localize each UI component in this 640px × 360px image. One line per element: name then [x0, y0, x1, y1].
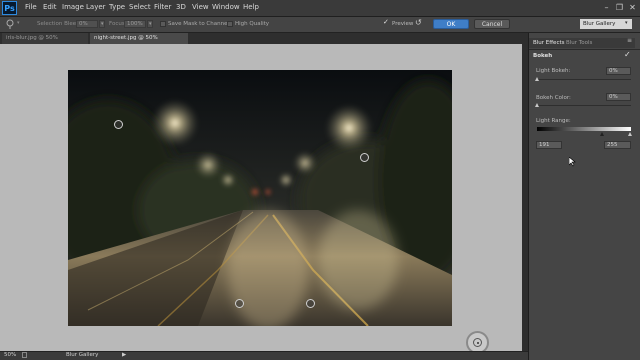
ok-button[interactable]: OK: [433, 19, 469, 29]
menu-image[interactable]: Image: [62, 3, 84, 11]
tab-iris-blur[interactable]: iris-blur.jpg @ 50% (RGB/8*)×: [2, 33, 88, 53]
restore-button[interactable]: ❐: [615, 3, 624, 12]
pin-tool-icon[interactable]: [5, 19, 17, 30]
high-quality-label: High Quality: [235, 21, 270, 27]
menu-window[interactable]: Window: [212, 3, 240, 11]
light-range-low-input[interactable]: 191: [536, 141, 562, 149]
selection-bleed-dropdown-icon[interactable]: ▾: [99, 20, 105, 28]
mouse-cursor-icon: [569, 157, 576, 167]
menu-type[interactable]: Type: [109, 3, 125, 11]
light-range-high-input[interactable]: 255: [604, 141, 631, 149]
blur-pin[interactable]: [114, 120, 123, 129]
reset-icon[interactable]: ↺: [415, 18, 422, 27]
menu-view[interactable]: View: [192, 3, 209, 11]
minimize-button[interactable]: –: [602, 3, 611, 12]
menu-help[interactable]: Help: [243, 3, 259, 11]
selection-bleed-input[interactable]: 0%: [76, 20, 98, 28]
focus-input[interactable]: 100%: [124, 20, 146, 28]
tool-preset-chevron-icon[interactable]: ▾: [17, 20, 20, 26]
light-range-low-thumb[interactable]: [600, 132, 604, 136]
document-image[interactable]: [68, 70, 452, 326]
bokeh-color-slider-thumb[interactable]: [535, 103, 539, 107]
blur-pin[interactable]: [235, 299, 244, 308]
blur-effects-panel: [528, 33, 640, 360]
selection-bleed-label: Selection Bleed:: [37, 21, 82, 27]
zoom-level[interactable]: 50%: [4, 352, 16, 359]
menu-filter[interactable]: Filter: [154, 3, 171, 11]
light-bokeh-slider-track[interactable]: [537, 79, 631, 80]
bokeh-enable-checkmark-icon[interactable]: ✓: [624, 50, 631, 59]
status-mode: Blur Gallery: [66, 352, 99, 358]
blur-pin[interactable]: [360, 153, 369, 162]
light-bokeh-input[interactable]: 0%: [606, 67, 631, 75]
preview-checkmark-icon[interactable]: ✓: [383, 18, 389, 26]
bokeh-color-label: Bokeh Color:: [536, 95, 571, 101]
save-mask-label: Save Mask to Channels: [168, 21, 232, 27]
light-range-gradient[interactable]: [537, 127, 631, 131]
bokeh-color-slider-track[interactable]: [537, 105, 631, 106]
light-range-label: Light Range:: [536, 118, 571, 124]
save-mask-checkbox[interactable]: [160, 21, 166, 27]
menu-select[interactable]: Select: [129, 3, 151, 11]
bokeh-section-title: Bokeh: [533, 53, 553, 59]
menu-file[interactable]: File: [25, 3, 37, 11]
night-street-photo: [68, 70, 452, 326]
blur-ring-pin-dot: [476, 341, 479, 344]
tab-blur-effects[interactable]: Blur Effects: [533, 39, 565, 47]
tab-night-street[interactable]: night-street.jpg @ 50% (RGB/8*)×: [90, 33, 188, 53]
menu-layer[interactable]: Layer: [86, 3, 106, 11]
menu-3d[interactable]: 3D: [176, 3, 186, 11]
bokeh-color-input[interactable]: 0%: [606, 93, 631, 101]
panel-menu-icon[interactable]: ≡: [627, 37, 632, 44]
high-quality-checkbox[interactable]: [227, 21, 233, 27]
preview-label: Preview: [392, 21, 414, 27]
light-bokeh-label: Light Bokeh:: [536, 68, 571, 74]
close-window-button[interactable]: ✕: [628, 3, 637, 12]
menu-edit[interactable]: Edit: [43, 3, 57, 11]
light-range-high-thumb[interactable]: [628, 132, 632, 136]
cancel-button[interactable]: Cancel: [474, 19, 510, 29]
focus-dropdown-icon[interactable]: ▾: [147, 20, 153, 28]
tab-blur-tools[interactable]: Blur Tools: [566, 39, 592, 47]
light-bokeh-slider-thumb[interactable]: [535, 77, 539, 81]
status-menu-arrow-icon[interactable]: ▶: [122, 352, 126, 359]
photoshop-logo: Ps: [2, 1, 17, 15]
blur-pin[interactable]: [306, 299, 315, 308]
workspace-chevron-icon[interactable]: ▾: [625, 20, 628, 26]
status-icon[interactable]: [22, 352, 27, 358]
